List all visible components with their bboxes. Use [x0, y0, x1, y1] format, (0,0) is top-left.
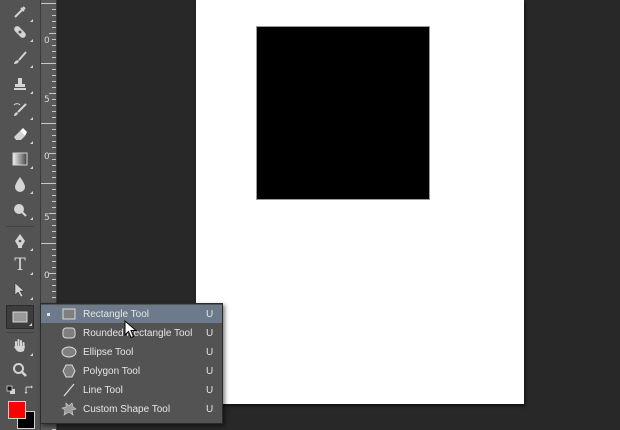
- menu-item-custom-shape-tool[interactable]: Custom Shape Tool U: [41, 400, 222, 418]
- menu-item-label: Rectangle Tool: [83, 308, 149, 320]
- shortcut-key: U: [206, 384, 214, 396]
- polygon-icon: [61, 364, 77, 378]
- rectangle-shape-icon: [12, 311, 28, 323]
- zoom-tool[interactable]: [6, 358, 34, 382]
- ruler-label: 0: [44, 36, 50, 46]
- ruler-label: 0: [44, 271, 50, 281]
- pen-tool[interactable]: [6, 229, 34, 253]
- type-tool[interactable]: T: [6, 253, 34, 277]
- shortcut-key: U: [206, 403, 214, 415]
- custom-shape-icon: [61, 402, 77, 416]
- brush-icon: [14, 51, 27, 64]
- clone-stamp-icon: [14, 78, 26, 90]
- healing-brush-tool[interactable]: [6, 20, 34, 44]
- menu-item-label: Polygon Tool: [83, 365, 141, 377]
- shortcut-key: U: [206, 346, 214, 358]
- rectangle-shape-tool[interactable]: [6, 305, 34, 329]
- shortcut-key: U: [206, 327, 214, 339]
- menu-item-label: Custom Shape Tool: [83, 403, 171, 415]
- hand-icon: [14, 339, 25, 352]
- menu-item-line-tool[interactable]: Line Tool U: [41, 381, 222, 399]
- brush-tool[interactable]: [6, 46, 34, 70]
- document-canvas[interactable]: [196, 0, 524, 404]
- ellipse-icon: [61, 345, 77, 359]
- menu-item-label: Ellipse Tool: [83, 346, 134, 358]
- gradient-tool[interactable]: [6, 147, 34, 171]
- eyedropper-icon: [14, 6, 26, 18]
- menu-item-polygon-tool[interactable]: Polygon Tool U: [41, 362, 222, 380]
- ruler-label: 0: [44, 152, 50, 162]
- rounded-rectangle-icon: [61, 326, 77, 340]
- clone-stamp-tool[interactable]: [6, 72, 34, 96]
- menu-item-label: Line Tool: [83, 384, 123, 396]
- menu-item-ellipse-tool[interactable]: Ellipse Tool U: [41, 343, 222, 361]
- shortcut-key: U: [206, 365, 214, 377]
- shortcut-key: U: [206, 308, 214, 320]
- path-selection-icon: [14, 282, 25, 298]
- line-icon: [61, 383, 77, 397]
- swap-colors-icon[interactable]: [24, 385, 34, 395]
- hand-tool[interactable]: [6, 334, 34, 358]
- tools-panel: T: [0, 0, 41, 430]
- path-selection-tool[interactable]: [6, 278, 34, 302]
- type-icon: T: [14, 255, 26, 275]
- history-brush-icon: [13, 103, 27, 116]
- gradient-icon: [12, 152, 28, 166]
- blur-icon: [15, 177, 25, 192]
- eraser-icon: [14, 128, 27, 140]
- ruler-label: 5: [44, 213, 50, 223]
- ruler-label: 5: [44, 95, 50, 105]
- history-brush-tool[interactable]: [6, 98, 34, 122]
- pen-icon: [15, 234, 25, 248]
- selected-bullet: [47, 312, 50, 316]
- foreground-color-swatch[interactable]: [8, 401, 26, 419]
- black-rectangle-shape[interactable]: [256, 26, 430, 200]
- rectangle-icon: [61, 307, 77, 321]
- eraser-tool[interactable]: [6, 122, 34, 146]
- mouse-cursor-icon: [124, 320, 138, 339]
- dodge-icon: [14, 204, 27, 217]
- blur-tool[interactable]: [6, 172, 34, 196]
- default-colors-icon[interactable]: [6, 385, 16, 395]
- zoom-icon: [13, 363, 27, 377]
- dodge-tool[interactable]: [6, 198, 34, 222]
- healing-brush-icon: [14, 26, 26, 38]
